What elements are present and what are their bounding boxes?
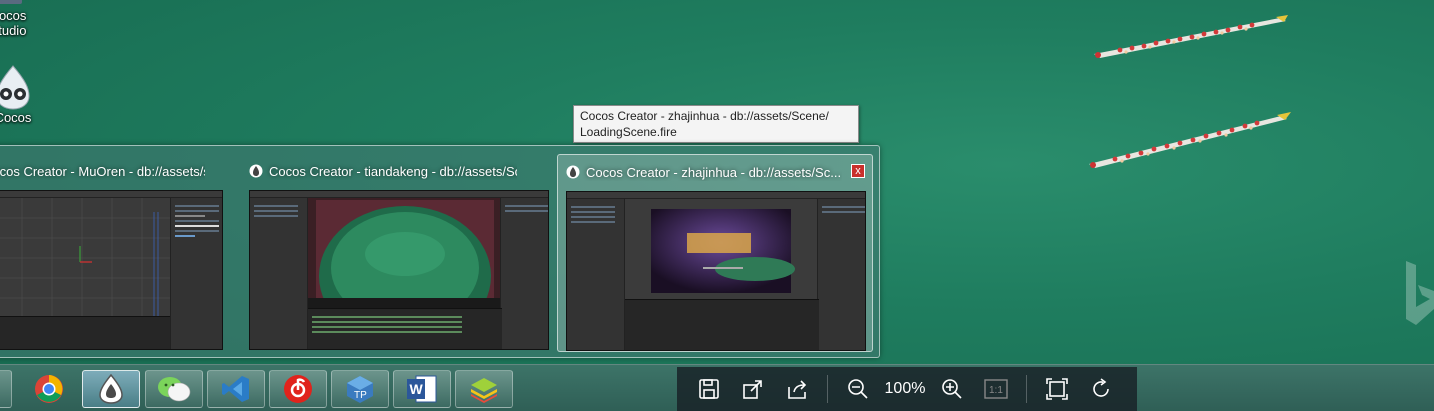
taskbar-button-vscode[interactable] xyxy=(207,370,265,408)
cocos-creator-icon xyxy=(99,374,123,404)
share-icon xyxy=(788,380,807,399)
vscode-icon xyxy=(222,376,249,402)
window-preview xyxy=(0,190,223,350)
zoom-out-button[interactable] xyxy=(836,367,880,411)
zoom-in-button[interactable] xyxy=(930,367,974,411)
rotate-icon xyxy=(1093,378,1109,397)
thumbnail-title: Cocos Creator - tiandakeng - db://assets… xyxy=(269,163,517,179)
cocos-creator-icon xyxy=(0,65,30,110)
loading-scene-graphic xyxy=(651,209,795,293)
window-preview xyxy=(566,191,866,351)
netease-music-icon xyxy=(284,375,312,403)
open-external-button[interactable] xyxy=(731,367,775,411)
bing-logo-icon xyxy=(1406,261,1434,325)
thumbnail-title: Cocos Creator - zhajinhua - db://assets/… xyxy=(586,164,842,180)
taskbar-button-texturepacker[interactable]: TP xyxy=(331,370,389,408)
toolbar-divider xyxy=(1026,375,1027,403)
save-button[interactable] xyxy=(687,367,731,411)
cocos-creator-icon xyxy=(566,165,580,179)
desktop-icon-label: Cocos xyxy=(0,8,27,23)
fit-to-window-icon xyxy=(1046,378,1068,400)
zoom-in-icon xyxy=(942,379,962,399)
texturepacker-icon: TP xyxy=(347,376,373,403)
thumbnail-title: Cocos Creator - MuOren - db://assets/sce… xyxy=(0,163,205,179)
share-button[interactable] xyxy=(775,367,819,411)
actual-size-label: 1:1 xyxy=(989,385,1003,396)
close-window-button[interactable]: x xyxy=(851,164,865,178)
bluestacks-icon xyxy=(471,378,497,403)
actual-size-button[interactable]: 1:1 xyxy=(974,367,1018,411)
desktop-icon-label: Studio xyxy=(0,23,27,38)
taskbar-button-cocos-creator[interactable] xyxy=(82,370,140,408)
save-icon xyxy=(699,379,719,399)
taskbar-button-wechat[interactable] xyxy=(145,370,203,408)
wechat-icon xyxy=(158,377,191,402)
desktop-icon-cocos-studio[interactable]: Cocos Studio xyxy=(0,0,38,38)
zoom-level: 100% xyxy=(884,380,926,397)
window-preview xyxy=(249,190,549,350)
zoom-out-icon xyxy=(848,379,868,399)
chrome-icon xyxy=(35,375,63,403)
scene-grid-graphic xyxy=(0,198,170,316)
tooltip-line: Cocos Creator - zhajinhua - db://assets/… xyxy=(580,109,829,123)
tooltip-line: LoadingScene.fire xyxy=(580,125,677,139)
window-thumbnail[interactable]: Cocos Creator - MuOren - db://assets/sce… xyxy=(0,154,235,352)
toolbar-divider xyxy=(827,375,828,403)
game-table-graphic xyxy=(308,198,502,346)
cocos-creator-icon xyxy=(249,164,263,178)
taskbar-button-netease-music[interactable] xyxy=(269,370,327,408)
svg-text:W: W xyxy=(410,381,424,397)
actual-size-icon: 1:1 xyxy=(984,379,1008,399)
rotate-button[interactable] xyxy=(1079,367,1123,411)
word-icon: W xyxy=(407,375,437,403)
fit-to-window-button[interactable] xyxy=(1035,367,1079,411)
taskbar-button-bluestacks[interactable] xyxy=(455,370,513,408)
cocos-studio-icon xyxy=(0,0,22,4)
window-thumbnail[interactable]: Cocos Creator - zhajinhua - db://assets/… xyxy=(557,154,873,352)
taskbar-button-chrome[interactable] xyxy=(20,370,78,408)
dragon-boat-image xyxy=(1094,15,1288,58)
image-viewer-toolbar: 100% 1:1 xyxy=(677,367,1137,411)
taskbar-button-word[interactable]: W xyxy=(393,370,451,408)
taskbar-button-partial[interactable] xyxy=(0,370,12,408)
open-external-icon xyxy=(743,380,762,399)
dragon-boat-image xyxy=(1089,112,1291,168)
window-thumbnail[interactable]: Cocos Creator - tiandakeng - db://assets… xyxy=(241,154,549,352)
svg-text:TP: TP xyxy=(354,390,367,401)
desktop-icon-label: Cocos xyxy=(0,110,32,125)
window-tooltip: Cocos Creator - zhajinhua - db://assets/… xyxy=(573,105,859,143)
taskbar-thumbnail-panel: Cocos Creator - MuOren - db://assets/sce… xyxy=(0,145,880,358)
desktop-icon-cocos[interactable]: Cocos xyxy=(0,64,42,125)
